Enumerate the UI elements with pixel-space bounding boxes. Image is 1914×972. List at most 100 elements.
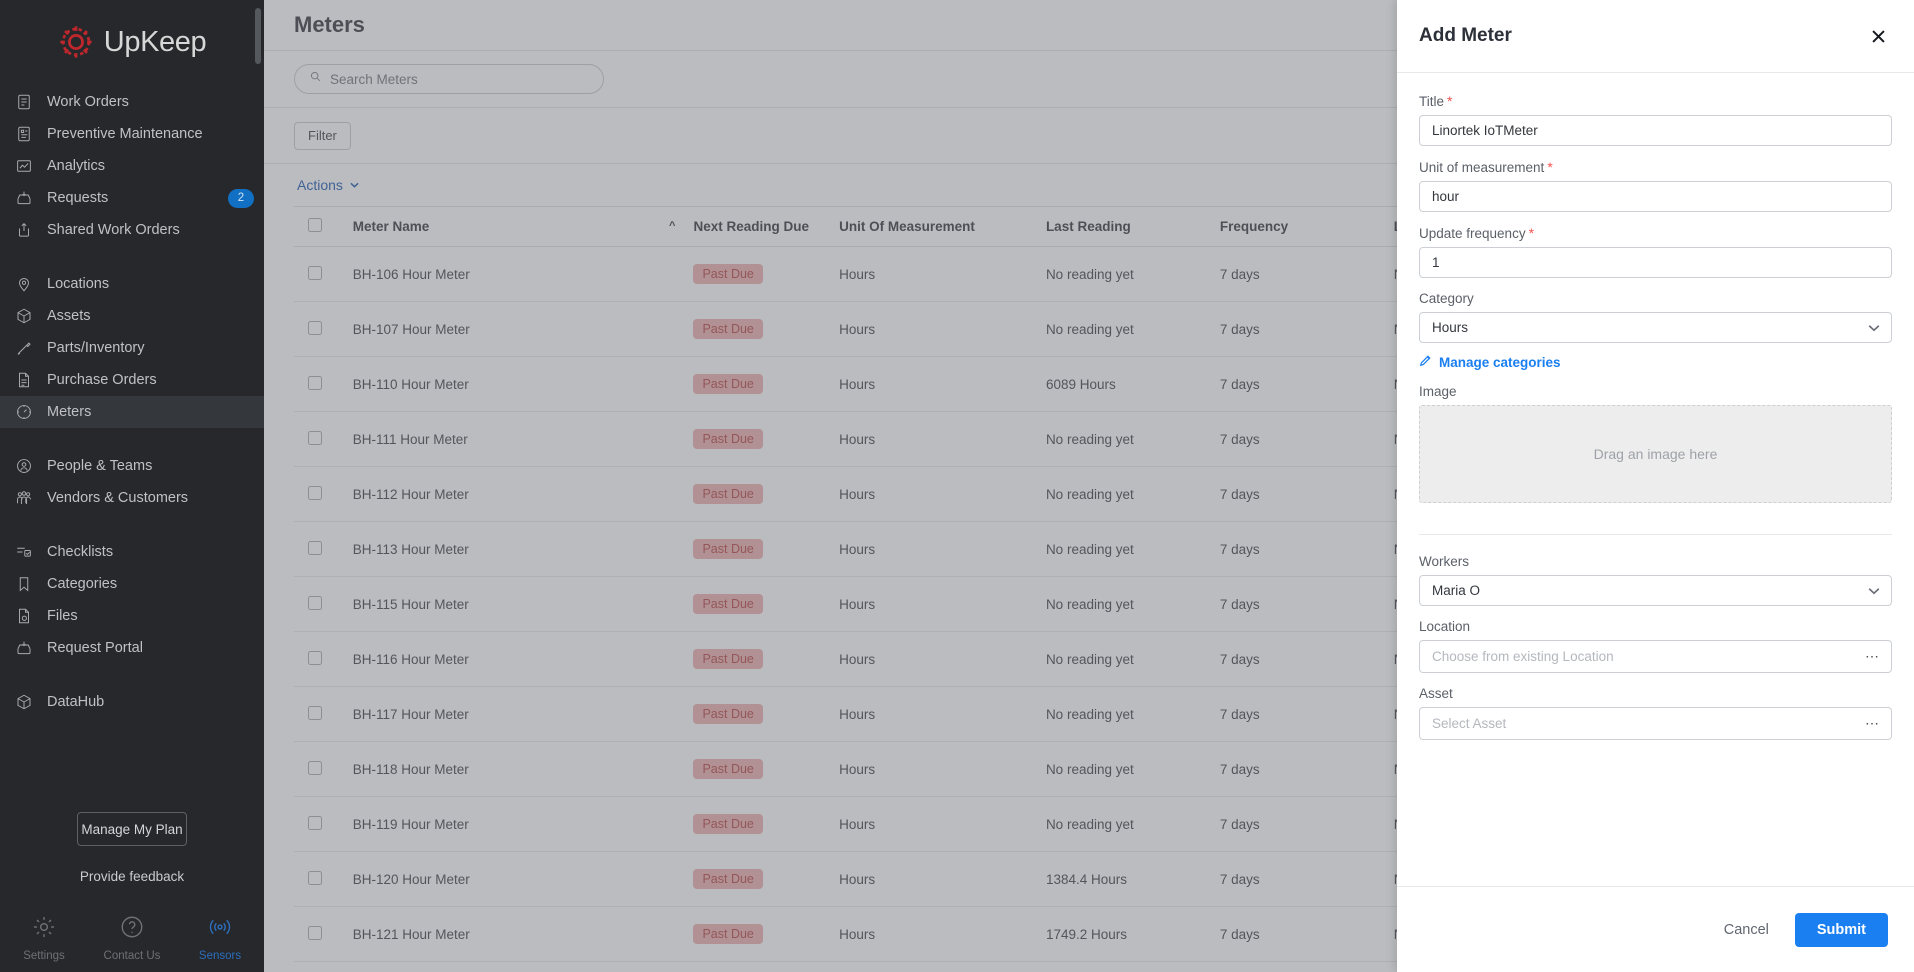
sidebar-tool-label: Sensors <box>198 950 242 962</box>
document-icon <box>14 370 34 390</box>
frequency-input[interactable] <box>1419 247 1892 278</box>
provide-feedback-link[interactable]: Provide feedback <box>0 869 264 884</box>
sidebar-scrollbar[interactable] <box>255 8 261 64</box>
sidebar-item-meters[interactable]: Meters <box>0 396 264 428</box>
sidebar-item-assets[interactable]: Assets <box>0 300 264 332</box>
drawer-footer: Cancel Submit <box>1397 886 1914 972</box>
asset-input[interactable] <box>1419 707 1892 740</box>
sidebar-footer: Manage My Plan Provide feedback Settings… <box>0 812 264 972</box>
asset-select-wrap: ⋯ <box>1419 707 1892 740</box>
location-input[interactable] <box>1419 640 1892 673</box>
field-asset: Asset ⋯ <box>1419 686 1892 740</box>
field-category: Category <box>1419 291 1892 343</box>
title-input[interactable] <box>1419 115 1892 146</box>
field-unit-label: Unit of measurement * <box>1419 159 1892 175</box>
sidebar-item-request-portal[interactable]: Request Portal <box>0 632 264 664</box>
sidebar-item-label: Shared Work Orders <box>47 222 180 238</box>
sidebar-item-label: Parts/Inventory <box>47 340 145 356</box>
sidebar-tool-label: Settings <box>23 950 65 962</box>
sidebar-item-analytics[interactable]: Analytics <box>0 150 264 182</box>
drawer-section-divider <box>1419 534 1892 535</box>
label-text: Update frequency <box>1419 226 1526 241</box>
manage-my-plan-button[interactable]: Manage My Plan <box>77 812 187 846</box>
checklist-icon <box>14 542 34 562</box>
sidebar-tool-settings[interactable]: Settings <box>0 914 88 962</box>
field-asset-label: Asset <box>1419 686 1453 701</box>
clipboard-icon <box>14 124 34 144</box>
inbox-icon <box>14 188 34 208</box>
field-category-label: Category <box>1419 291 1474 306</box>
gauge-icon <box>14 402 34 422</box>
sidebar-item-work-orders[interactable]: Work Orders <box>0 86 264 118</box>
drawer-title: Add Meter <box>1419 25 1512 46</box>
category-select-wrap <box>1419 312 1892 343</box>
add-meter-drawer: Add Meter Title* Unit of measurement* <box>1397 0 1914 972</box>
location-more-options-icon[interactable]: ⋯ <box>1865 640 1880 673</box>
sidebar-tools: Settings Contact Us Sensors <box>0 914 264 962</box>
sidebar-tool-sensors[interactable]: Sensors <box>176 914 264 962</box>
field-workers-label: Workers <box>1419 554 1470 569</box>
nav-group-datahub: DataHub <box>0 684 264 720</box>
workers-select[interactable] <box>1419 575 1892 606</box>
sidebar-item-label: Locations <box>47 276 110 292</box>
signal-icon <box>207 914 233 945</box>
dropzone-text: Drag an image here <box>1593 446 1718 462</box>
category-select[interactable] <box>1419 312 1892 343</box>
required-asterisk: * <box>1528 225 1535 241</box>
submit-button[interactable]: Submit <box>1794 912 1888 947</box>
unit-input[interactable] <box>1419 181 1892 212</box>
file-icon <box>14 606 34 626</box>
map-pin-icon <box>14 274 34 294</box>
cancel-button[interactable]: Cancel <box>1720 916 1773 944</box>
sidebar-tool-contact-us[interactable]: Contact Us <box>88 914 176 962</box>
sidebar-item-purchase-orders[interactable]: Purchase Orders <box>0 364 264 396</box>
field-unit-of-measurement: Unit of measurement * <box>1419 159 1892 212</box>
sidebar-item-label: Checklists <box>47 544 114 560</box>
drawer-body: Title* Unit of measurement* Update frequ… <box>1397 73 1914 886</box>
nav-group-assets: Locations Assets Parts/Inventory Purchas… <box>0 266 264 430</box>
people-icon <box>14 456 34 476</box>
sidebar-item-label: Request Portal <box>47 640 143 656</box>
sidebar-item-files[interactable]: Files <box>0 600 264 632</box>
sidebar-item-label: People & Teams <box>47 458 153 474</box>
required-asterisk: * <box>1447 93 1453 109</box>
sidebar-item-people-teams[interactable]: People & Teams <box>0 450 264 482</box>
inbox-icon <box>14 638 34 658</box>
sidebar-item-label: Work Orders <box>47 94 129 110</box>
sidebar-item-label: Meters <box>47 404 92 420</box>
app-root: UpKeep Work Orders Preventive Maintenanc… <box>0 0 1914 972</box>
sidebar-item-locations[interactable]: Locations <box>0 268 264 300</box>
sidebar-tool-label: Contact Us <box>103 950 161 962</box>
workers-select-wrap <box>1419 575 1892 606</box>
share-icon <box>14 220 34 240</box>
image-dropzone[interactable]: Drag an image here <box>1419 405 1892 503</box>
sidebar-item-requests[interactable]: Requests 2 <box>0 182 264 214</box>
sidebar-item-shared-work-orders[interactable]: Shared Work Orders <box>0 214 264 246</box>
sidebar-item-label: Assets <box>47 308 91 324</box>
bookmark-icon <box>14 574 34 594</box>
label-text: Unit of measurement <box>1419 160 1545 175</box>
manage-categories-link[interactable]: Manage categories <box>1419 354 1892 370</box>
sidebar-item-checklists[interactable]: Checklists <box>0 536 264 568</box>
work-orders-icon <box>14 92 34 112</box>
sidebar-item-label: Files <box>47 608 78 624</box>
cube-icon <box>14 692 34 712</box>
sidebar-item-label: Purchase Orders <box>47 372 157 388</box>
wrench-icon <box>14 338 34 358</box>
sidebar-item-datahub[interactable]: DataHub <box>0 686 264 718</box>
brand-logo[interactable]: UpKeep <box>0 0 264 84</box>
sidebar-item-label: Categories <box>47 576 118 592</box>
close-icon[interactable] <box>1868 26 1888 46</box>
question-circle-icon <box>119 914 145 945</box>
sidebar-item-vendors-customers[interactable]: Vendors & Customers <box>0 482 264 514</box>
asset-more-options-icon[interactable]: ⋯ <box>1865 707 1880 740</box>
sidebar-item-categories[interactable]: Categories <box>0 568 264 600</box>
sidebar-item-preventive-maintenance[interactable]: Preventive Maintenance <box>0 118 264 150</box>
sidebar-item-label: Requests <box>47 190 109 206</box>
analytics-icon <box>14 156 34 176</box>
sidebar-item-parts-inventory[interactable]: Parts/Inventory <box>0 332 264 364</box>
